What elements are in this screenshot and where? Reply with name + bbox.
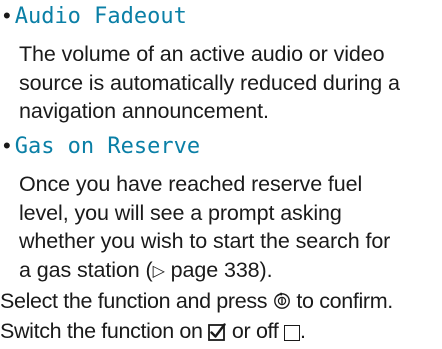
instruction-text: to confirm. [290, 289, 393, 313]
body-line: source is automatically reduced during a [19, 70, 400, 95]
paragraph-audio-fadeout: The volume of an active audio or video s… [19, 40, 439, 126]
controller-icon [273, 289, 291, 309]
instruction-text: Select the function and press [0, 289, 273, 313]
instruction-switch: Switch the function on or off . [0, 317, 306, 345]
checked-box-icon [208, 320, 226, 341]
body-line: Once you have reached reserve fuel [19, 172, 363, 196]
heading-text: Audio Fadeout [14, 4, 187, 29]
body-line: a gas station (▷ page 338). [19, 256, 439, 287]
page-ref-arrow-icon: ▷ [152, 262, 165, 280]
body-line: level, you will see a prompt asking [19, 200, 342, 225]
instruction-text: . [300, 319, 306, 343]
instruction-text: or off [226, 319, 285, 343]
heading-text: Gas on Reserve [14, 134, 201, 159]
paragraph-gas-on-reserve: Once you have reached reserve fuel level… [19, 170, 439, 286]
empty-box-icon [284, 325, 301, 341]
page-ref-link[interactable]: page 338). [165, 258, 273, 282]
body-line-text: a gas station ( [19, 257, 153, 282]
manual-page: • Audio Fadeout The volume of an active a… [0, 0, 442, 349]
heading-gas-on-reserve: • Gas on Reserve [3, 132, 200, 161]
bullet: • [3, 133, 11, 158]
body-line: The volume of an active audio or video [19, 42, 385, 66]
body-line: navigation announcement. [19, 99, 269, 123]
heading-audio-fadeout: • Audio Fadeout [3, 2, 187, 31]
instruction-select: Select the function and press to confirm… [0, 287, 393, 315]
body-line: whether you wish to start the search for [19, 229, 391, 253]
bullet: • [3, 3, 11, 28]
instruction-text: Switch the function on [0, 319, 209, 343]
